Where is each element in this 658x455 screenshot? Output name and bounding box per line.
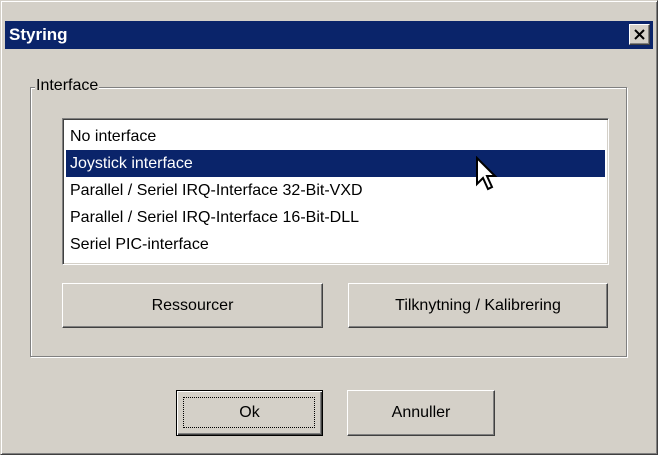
- mouse-pointer-icon: [476, 156, 498, 191]
- close-icon: [634, 29, 645, 40]
- focus-rectangle: [183, 397, 315, 428]
- interface-group-label: Interface: [35, 75, 100, 97]
- dialog-window: Styring Interface No interface Joystick …: [0, 0, 658, 455]
- interface-listbox[interactable]: No interface Joystick interface Parallel…: [62, 118, 609, 265]
- window-title: Styring: [9, 25, 68, 44]
- calibration-button[interactable]: Tilknytning / Kalibrering: [348, 283, 608, 328]
- list-item-serial-pic-interface[interactable]: Seriel PIC-interface: [66, 231, 605, 258]
- list-item-joystick-interface[interactable]: Joystick interface: [66, 150, 605, 177]
- list-item-no-interface[interactable]: No interface: [66, 123, 605, 150]
- cancel-button[interactable]: Annuller: [347, 390, 495, 436]
- list-item-parallel-serial-16bit[interactable]: Parallel / Seriel IRQ-Interface 16-Bit-D…: [66, 204, 605, 231]
- title-bar[interactable]: Styring: [5, 21, 653, 49]
- ok-button[interactable]: Ok: [176, 390, 323, 436]
- close-button[interactable]: [629, 24, 650, 45]
- resources-button[interactable]: Ressourcer: [62, 283, 323, 328]
- list-item-parallel-serial-32bit[interactable]: Parallel / Seriel IRQ-Interface 32-Bit-V…: [66, 177, 605, 204]
